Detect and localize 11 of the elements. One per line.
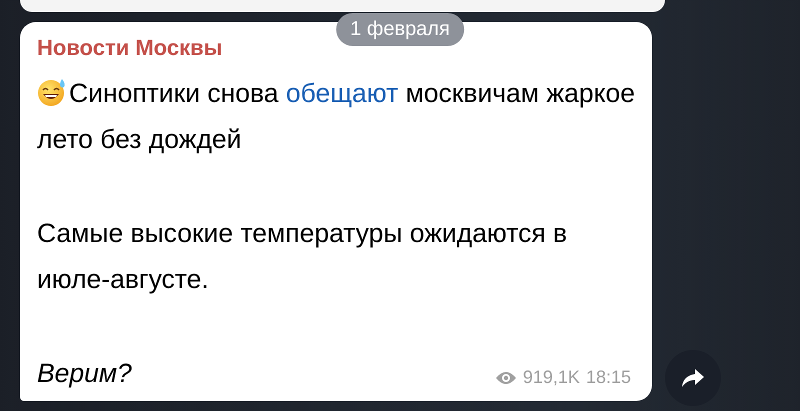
sweat-smile-icon (37, 77, 67, 107)
message-text: Самые высокие температуры ожидаются в июле-августе. (37, 217, 568, 296)
italic-text: Верим? (37, 357, 132, 390)
view-count: 919,1K (522, 367, 580, 388)
timestamp: 18:15 (586, 367, 631, 388)
date-pill: 1 февраля (336, 13, 464, 46)
link[interactable]: обещают (286, 78, 398, 108)
sender-name[interactable]: Новости Москвы (37, 35, 222, 61)
message-text: Синоптики снова обещают москвичам жаркое лето без дождей (37, 76, 635, 156)
eye-icon (494, 370, 517, 384)
share-icon (681, 368, 705, 388)
